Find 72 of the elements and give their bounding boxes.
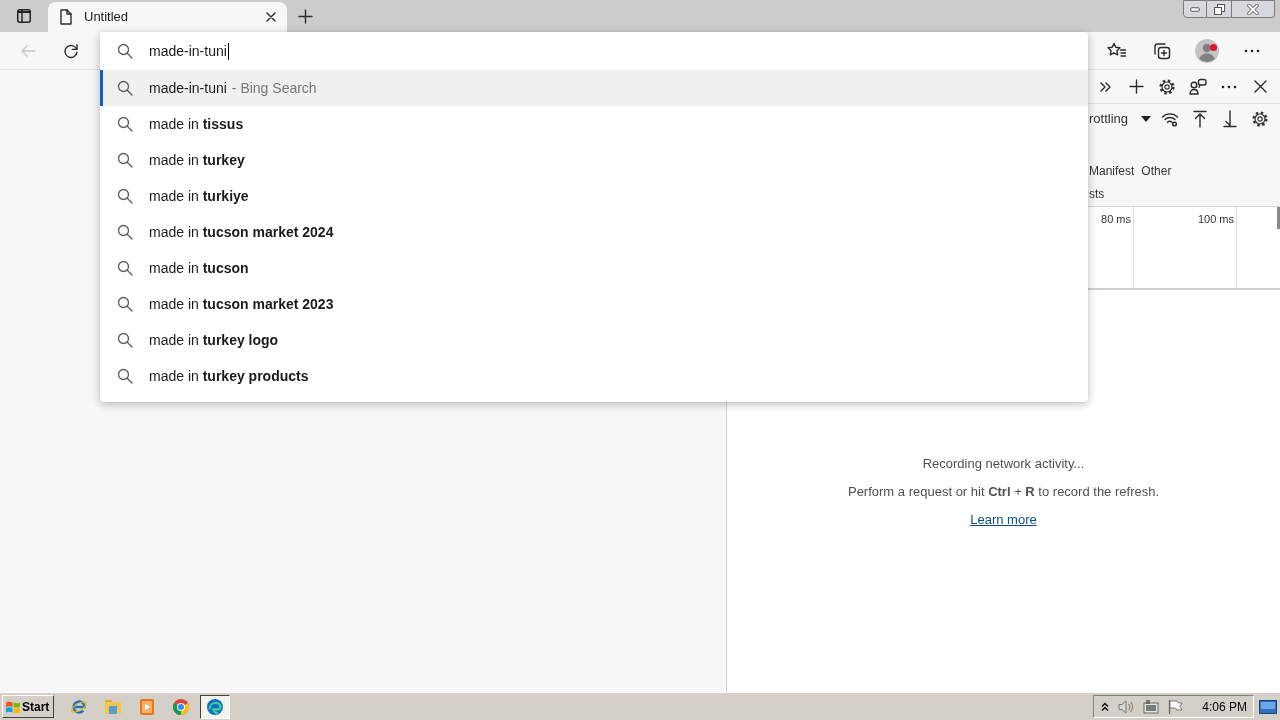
search-icon — [117, 368, 133, 384]
settings-icon — [1158, 77, 1176, 96]
speaker-icon — [1117, 698, 1136, 715]
clock: 4:06 PM — [1202, 698, 1247, 716]
download-icon — [1223, 110, 1237, 128]
suggestion-item[interactable]: made in turkiye — [100, 178, 1088, 214]
caret-icon — [1141, 116, 1152, 122]
suggestion-item[interactable]: made in tucson market 2023 — [100, 286, 1088, 322]
media-player-icon — [138, 697, 156, 716]
restore-button[interactable] — [1207, 0, 1232, 18]
browser-tab[interactable]: Untitled — [48, 2, 287, 32]
internet-explorer-icon — [70, 697, 88, 716]
double-chevron-up-icon — [1101, 701, 1110, 712]
close-icon — [1253, 80, 1267, 93]
filter-button[interactable]: Other — [1141, 163, 1172, 179]
flag-icon — [1167, 698, 1184, 715]
folder-icon — [104, 697, 122, 716]
filter-label: sts — [1089, 186, 1105, 203]
search-icon — [117, 80, 133, 96]
suggestion-item[interactable]: made in turkey logo — [100, 322, 1088, 358]
wifi-gear-icon — [1161, 110, 1179, 128]
avatar-icon — [1195, 38, 1219, 63]
suggestion-item[interactable]: made in turkey — [100, 142, 1088, 178]
back-arrow-icon — [20, 43, 36, 58]
minimize-button[interactable] — [1183, 0, 1207, 18]
tick-label: 80 ms — [1101, 212, 1131, 227]
search-icon — [117, 296, 133, 312]
window-close-button[interactable] — [1232, 0, 1275, 18]
notification-dot-icon — [1210, 43, 1217, 51]
search-icon — [117, 260, 133, 276]
suggestion-item[interactable]: made in tissus — [100, 106, 1088, 142]
restore-icon — [1213, 3, 1225, 15]
double-chevron-icon — [1099, 80, 1111, 93]
close-icon — [266, 12, 276, 22]
search-icon — [117, 224, 133, 240]
sidebar-icon — [17, 9, 31, 23]
chrome-icon — [172, 697, 190, 716]
star-list-icon — [1107, 41, 1127, 60]
desktop-icon — [1259, 699, 1277, 714]
plus-icon — [297, 8, 313, 24]
edge-icon — [206, 697, 224, 716]
minimize-icon — [1190, 6, 1200, 12]
start-button[interactable]: Start — [2, 695, 54, 718]
recording-status-text: Recording network activity... — [922, 454, 1085, 472]
search-icon — [117, 43, 133, 59]
collections-icon — [1153, 41, 1171, 60]
scrollbar-thumb — [1277, 207, 1280, 229]
page-icon — [60, 9, 72, 25]
settings-icon — [1251, 110, 1269, 128]
search-icon — [117, 152, 133, 168]
throttling-select[interactable]: rottling — [1089, 109, 1152, 129]
plus-icon — [1128, 79, 1144, 94]
search-icon — [117, 116, 133, 132]
close-icon — [1247, 3, 1259, 15]
network-computer-icon — [1142, 698, 1161, 715]
taskbar-app-button[interactable] — [200, 694, 230, 719]
more-icon — [1244, 48, 1260, 53]
reload-icon — [63, 42, 79, 59]
refresh-hint-text: Perform a request or hit Ctrl + R to record the refresh. — [847, 482, 1160, 500]
suggestion-item[interactable]: made in tucson market 2024 — [100, 214, 1088, 250]
suggestion-item[interactable]: made-in-tuni - Bing Search — [100, 70, 1088, 106]
search-icon — [117, 188, 133, 204]
tick-label: 100 ms — [1197, 212, 1234, 227]
learn-more-link[interactable]: Learn more — [970, 510, 1037, 528]
filter-button[interactable]: Manifest — [1089, 163, 1135, 179]
address-field[interactable]: made-in-tuni — [149, 38, 1080, 64]
search-icon — [117, 332, 133, 348]
more-icon — [1221, 84, 1237, 89]
suggestion-item[interactable]: made in tucson — [100, 250, 1088, 286]
suggestion-item[interactable]: made in turkey products — [100, 358, 1088, 394]
upload-icon — [1193, 110, 1207, 128]
people-chat-icon — [1189, 77, 1207, 96]
